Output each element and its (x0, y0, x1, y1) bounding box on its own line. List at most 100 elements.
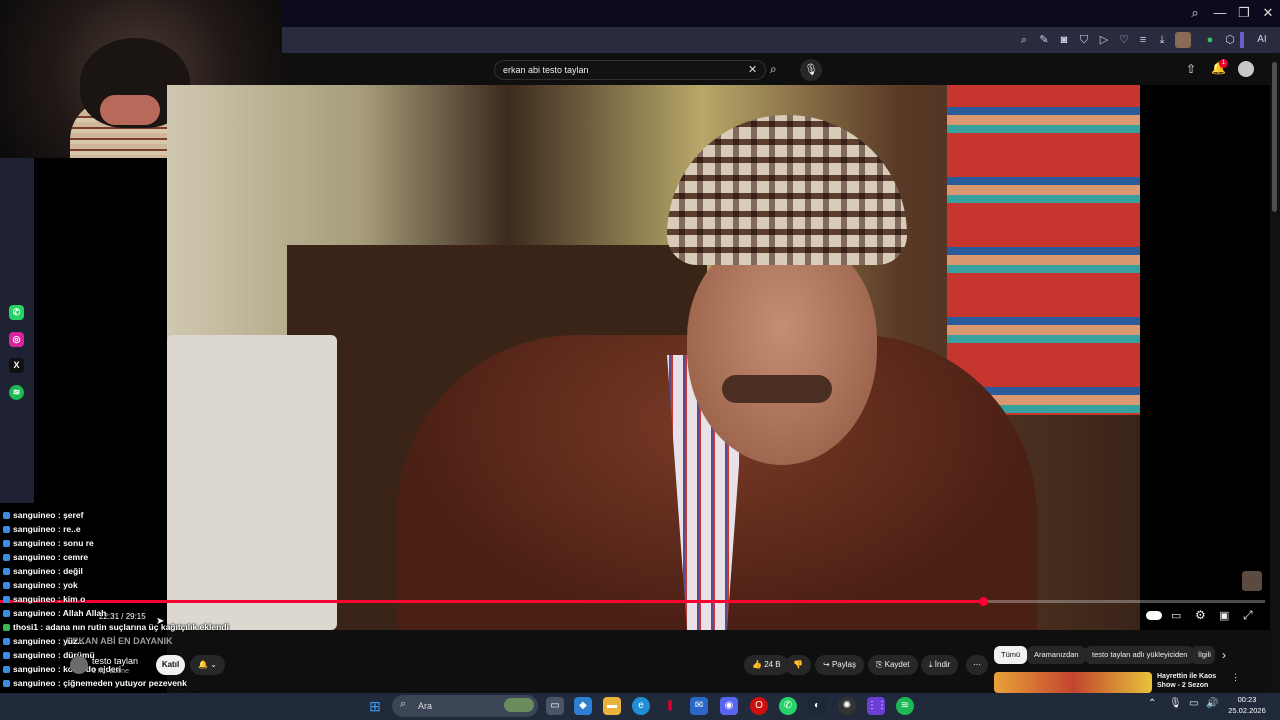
video-player[interactable] (167, 85, 1140, 630)
extension-icon[interactable]: ● (1202, 32, 1218, 48)
upload-icon[interactable]: ⇧ (1186, 62, 1196, 76)
chevron-right-icon[interactable]: › (1222, 648, 1226, 662)
copilot-icon[interactable]: ◆ (574, 697, 592, 715)
clock[interactable]: 00:23 25.02.2026 (1222, 694, 1272, 716)
chat-text: yüz... (63, 636, 85, 646)
channel-name[interactable]: testo taylan (92, 656, 138, 666)
chat-username[interactable]: sanguineo (13, 608, 56, 618)
miniplayer-icon[interactable]: ▣ (1219, 609, 1229, 622)
chatgpt-icon[interactable]: ✺ (838, 697, 856, 715)
recommendation-thumbnail[interactable] (994, 672, 1152, 693)
chat-username[interactable]: sanguineo (13, 552, 56, 562)
join-button[interactable]: Katıl (156, 655, 185, 675)
chip-from-search[interactable]: Aramanızdan (1027, 646, 1086, 664)
share-label: Paylaş (831, 660, 856, 669)
edge-icon[interactable]: e (632, 697, 650, 715)
menu-icon[interactable]: ≡ (1135, 32, 1151, 48)
maximize-icon[interactable]: ❐ (1233, 4, 1255, 22)
search-input[interactable]: erkan abi testo taylan (494, 60, 766, 80)
more-vertical-icon[interactable]: ⋮ (1231, 672, 1240, 683)
chat-username[interactable]: sanguineo (13, 510, 56, 520)
chat-badge-icon (3, 526, 10, 533)
download-button[interactable]: ⤓ İndir (921, 655, 959, 675)
notify-bell-button[interactable]: 🔔 ⌄ (190, 655, 225, 675)
display-icon[interactable]: ▭ (1189, 698, 1198, 709)
heart-icon[interactable]: ♡ (1116, 32, 1132, 48)
chat-username[interactable]: sanguineo (13, 678, 56, 688)
search-highlight-icon[interactable] (504, 698, 534, 712)
chat-message: sanguineo : kim o (3, 592, 85, 606)
chat-username[interactable]: sanguineo (13, 650, 56, 660)
chat-username[interactable]: sanguineo (13, 538, 56, 548)
x-icon[interactable]: X (9, 358, 24, 373)
fullscreen-icon[interactable]: ⤢ (1243, 608, 1253, 623)
shield-icon[interactable]: ⛉ (1076, 32, 1092, 48)
save-label: Kaydet (884, 660, 910, 669)
download-icon[interactable]: ⤓ (1154, 32, 1170, 48)
camera-icon[interactable]: ◙ (1056, 32, 1072, 48)
ai-button[interactable]: AI (1250, 32, 1274, 48)
whatsapp-icon[interactable]: ✆ (9, 305, 24, 320)
chat-username[interactable]: sanguineo (13, 580, 56, 590)
steam-icon[interactable]: ◐ (808, 697, 826, 715)
search-icon[interactable]: ⌕ (1184, 4, 1206, 22)
whatsapp-icon[interactable]: ✆ (779, 697, 797, 715)
mail-icon[interactable]: ✉ (690, 697, 708, 715)
edit-icon[interactable]: ✎ (1036, 32, 1052, 48)
chat-username[interactable]: sanguineo (13, 594, 56, 604)
save-button[interactable]: ⎘ Kaydet (868, 655, 918, 675)
search-icon[interactable]: ⌕ (770, 62, 777, 77)
youtube-masthead (282, 53, 1280, 85)
progress-knob[interactable] (978, 597, 988, 606)
chat-username[interactable]: sanguineo (13, 566, 56, 576)
channel-watermark[interactable] (1242, 571, 1262, 591)
more-actions-button[interactable]: ⋯ (966, 655, 988, 675)
chat-separator: : (55, 678, 64, 688)
minimize-icon[interactable]: — (1209, 4, 1231, 22)
task-view-icon[interactable]: ▭ (546, 697, 564, 715)
chat-separator: : (55, 566, 64, 576)
chat-badge-icon (3, 582, 10, 589)
clear-search-icon[interactable]: ✕ (748, 63, 757, 76)
progress-fill (0, 600, 983, 603)
zoom-icon[interactable]: ⌕ (1016, 32, 1032, 48)
avatar[interactable] (1175, 32, 1191, 48)
chat-username[interactable]: sanguineo (13, 636, 56, 646)
start-icon[interactable]: ⊞ (366, 697, 384, 715)
opera-gx-icon[interactable]: ❚ (661, 697, 679, 715)
webcam-person-face (100, 95, 160, 125)
instagram-icon[interactable]: ◎ (9, 332, 24, 347)
chip-from-uploader[interactable]: testo taylan adlı yükleyiciden (1085, 646, 1195, 664)
cube-icon[interactable]: ⬡ (1222, 32, 1238, 48)
recommendation-title[interactable]: Hayrettin ile Kaos Show - 2 Sezon (1157, 672, 1227, 692)
scrollbar-thumb[interactable] (1272, 62, 1277, 212)
player-gutter (1140, 85, 1270, 630)
share-button[interactable]: ↪ Paylaş (815, 655, 864, 675)
chip-related[interactable]: İlgili (1191, 646, 1215, 664)
account-avatar[interactable] (1238, 61, 1254, 77)
dislike-button[interactable]: 👎 (785, 655, 811, 675)
close-icon[interactable]: ✕ (1257, 4, 1279, 22)
chat-username[interactable]: thosi1 (13, 622, 38, 632)
chat-username[interactable]: sanguineo (13, 664, 56, 674)
discord-icon[interactable]: ◉ (720, 697, 738, 715)
channel-avatar[interactable] (70, 656, 88, 674)
like-button[interactable]: 👍 24 B (744, 655, 789, 675)
chip-all[interactable]: Tümü (994, 646, 1028, 664)
volume-icon[interactable]: 🔊 (1206, 698, 1218, 709)
app-grid-icon[interactable]: ⋮⋮ (867, 697, 887, 715)
chat-username[interactable]: sanguineo (13, 524, 56, 534)
chat-message: sanguineo : re..e (3, 522, 81, 536)
opera-icon[interactable]: O (750, 697, 768, 715)
subtitles-icon[interactable]: ▭ (1171, 609, 1181, 622)
chat-separator: : (55, 664, 64, 674)
autoplay-toggle[interactable] (1146, 611, 1162, 620)
spotify-icon[interactable]: ≋ (896, 697, 914, 715)
play-icon[interactable]: ▷ (1096, 32, 1112, 48)
spotify-icon[interactable]: ≋ (9, 385, 24, 400)
microphone-icon[interactable]: 🎙 (1169, 698, 1182, 709)
file-explorer-icon[interactable]: ▬ (603, 697, 621, 715)
microphone-icon[interactable]: 🎙 (800, 59, 822, 81)
chevron-up-icon[interactable]: ⌃ (1148, 698, 1156, 709)
settings-icon[interactable]: ⚙ (1195, 608, 1206, 622)
